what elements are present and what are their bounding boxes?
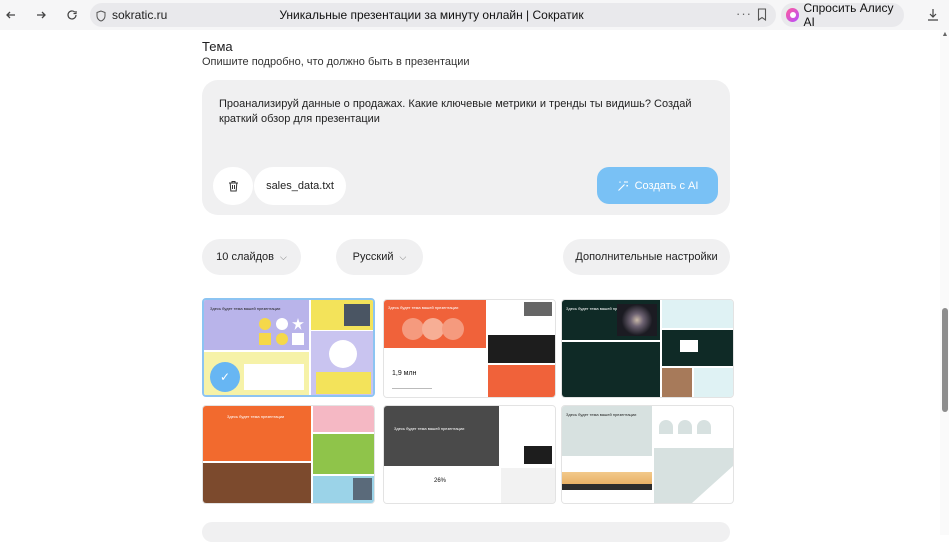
browser-toolbar: sokratic.ru Уникальные презентации за ми… xyxy=(0,0,949,30)
slides-count-select[interactable]: 10 слайдов ⌵ xyxy=(202,239,301,275)
template-title: Здесь будет тема вашей презентации xyxy=(566,412,637,417)
delete-file-button[interactable] xyxy=(213,167,253,205)
template-title: Здесь будет тема презентации xyxy=(227,414,285,419)
chevron-down-icon: ⌵ xyxy=(399,251,407,262)
language-label: Русский xyxy=(352,251,394,263)
template-card-5[interactable]: Здесь будет тема вашей презентации 26% xyxy=(383,405,556,504)
next-section-box xyxy=(202,522,730,542)
magic-wand-icon xyxy=(617,180,628,191)
forward-icon[interactable] xyxy=(31,5,51,25)
page-title: Уникальные презентации за минуту онлайн … xyxy=(279,8,584,22)
scrollbar-track[interactable] xyxy=(940,30,949,535)
scrollbar-thumb[interactable] xyxy=(942,308,948,412)
template-value: 26% xyxy=(434,478,447,484)
alice-icon xyxy=(786,8,800,22)
language-select[interactable]: Русский ⌵ xyxy=(336,239,423,275)
site-domain[interactable]: sokratic.ru xyxy=(112,8,167,22)
scroll-up-icon[interactable]: ▲ xyxy=(941,31,949,38)
template-value: 1,9 млн xyxy=(392,370,417,377)
reload-icon[interactable] xyxy=(62,5,82,25)
advanced-settings-button[interactable]: Дополнительные настройки xyxy=(563,239,730,275)
template-title: Здесь будет тема вашей презентации xyxy=(210,306,281,311)
trash-icon xyxy=(228,181,238,192)
bookmark-icon[interactable] xyxy=(757,8,767,26)
create-with-ai-button[interactable]: Создать с AI xyxy=(597,167,718,204)
template-card-2[interactable]: Здесь будет тема вашей презентации 1,9 м… xyxy=(383,299,556,398)
section-subtitle: Опишите подробно, что должно быть в през… xyxy=(202,56,470,68)
chevron-down-icon: ⌵ xyxy=(280,251,287,262)
template-card-4[interactable]: Здесь будет тема презентации xyxy=(202,405,375,504)
file-name: sales_data.txt xyxy=(266,180,334,192)
create-label: Создать с AI xyxy=(634,179,699,192)
template-card-6[interactable]: Здесь будет тема вашей презентации xyxy=(561,405,734,504)
template-title: Здесь будет тема вашей презентации xyxy=(394,426,465,431)
section-title: Тема xyxy=(202,39,233,54)
ask-alice-label: Спросить Алису AI xyxy=(803,1,894,29)
template-title: Здесь будет тема вашей презентации xyxy=(388,305,459,310)
back-icon[interactable] xyxy=(1,5,21,25)
ask-alice-button[interactable]: Спросить Алису AI xyxy=(781,1,904,29)
slides-count-label: 10 слайдов xyxy=(216,251,275,263)
shield-icon[interactable] xyxy=(96,9,106,27)
template-card-3[interactable]: Здесь будет тема вашей презентации xyxy=(561,299,734,398)
attached-file-chip[interactable]: sales_data.txt xyxy=(254,167,346,205)
download-icon[interactable] xyxy=(927,8,939,26)
prompt-text[interactable]: Проанализируй данные о продажах. Какие к… xyxy=(219,97,719,127)
more-icon[interactable]: ··· xyxy=(736,6,752,21)
template-card-1[interactable]: Здесь будет тема вашей презентации ✓ xyxy=(202,298,375,397)
advanced-settings-label: Дополнительные настройки xyxy=(575,251,718,263)
selected-check-icon: ✓ xyxy=(210,362,240,392)
